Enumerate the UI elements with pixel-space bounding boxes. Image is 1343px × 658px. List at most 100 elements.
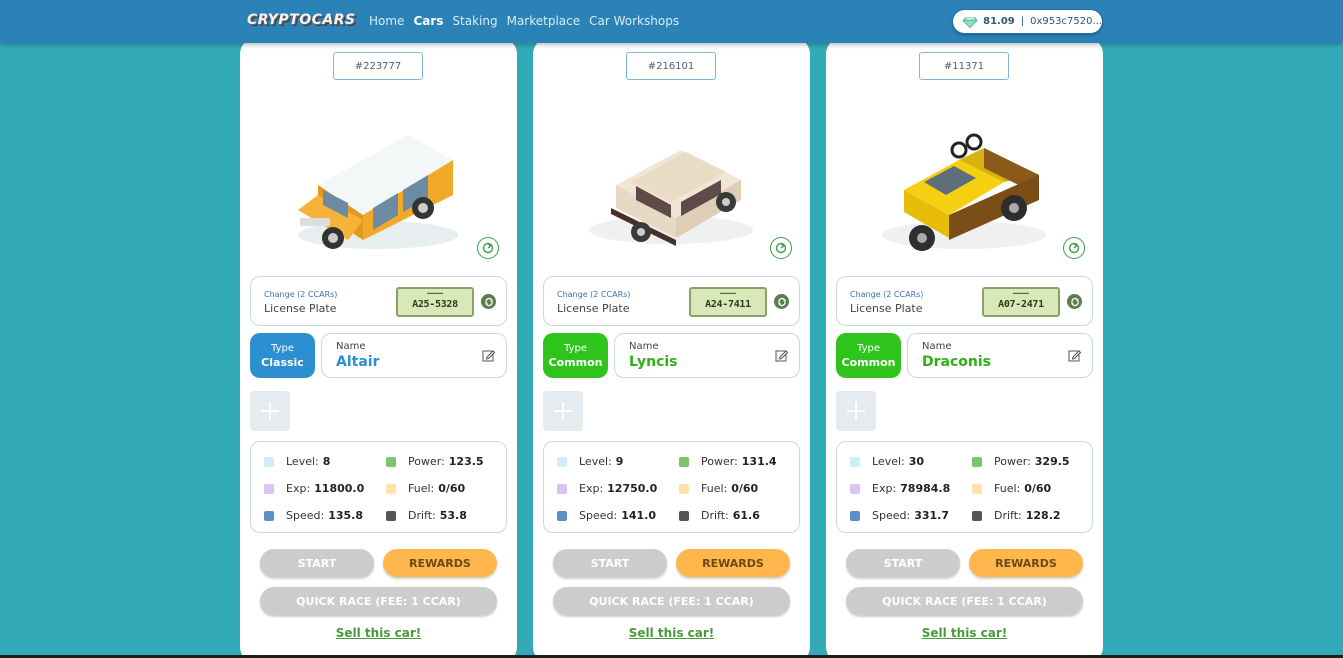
level-icon (264, 456, 274, 467)
edit-icon[interactable] (775, 349, 788, 362)
power-icon (972, 456, 982, 467)
car-name: Altair (336, 354, 380, 370)
car-card-1: #223777 Change (2 CCARs) License Plate ▬… (240, 38, 517, 658)
license-plate-number: A24-7411 (705, 298, 751, 310)
change-plate-link[interactable]: Change (2 CCARs) (850, 290, 923, 299)
name-label: Name (629, 341, 659, 352)
refresh-plate-icon[interactable] (481, 294, 496, 309)
recolor-icon[interactable] (770, 237, 792, 259)
plate-header-strip: ▬▬▬▬ (427, 290, 443, 295)
change-plate-link[interactable]: Change (2 CCARs) (557, 290, 630, 299)
add-upgrade-button[interactable] (250, 391, 290, 431)
stat-speed: Speed: 135.8 (264, 509, 363, 522)
car-card-3: #11371 Change (2 CCARs) License Plate ▬▬… (826, 38, 1103, 658)
stat-exp: Exp: 11800.0 (264, 482, 364, 495)
refresh-plate-icon[interactable] (1067, 294, 1082, 309)
car-name: Lyncis (629, 354, 678, 370)
drift-icon (679, 510, 689, 521)
type-value: Common (841, 355, 896, 369)
car-name-panel: Name Draconis (907, 333, 1093, 378)
diamond-icon (963, 16, 978, 28)
refresh-plate-icon[interactable] (774, 294, 789, 309)
drift-icon (386, 510, 396, 521)
nav-staking[interactable]: Staking (452, 14, 497, 28)
license-plate: ▬▬▬▬ A24-7411 (689, 287, 767, 317)
nav-cars[interactable]: Cars (413, 14, 443, 28)
plus-icon (261, 402, 279, 420)
recolor-icon[interactable] (1063, 237, 1085, 259)
fuel-icon (386, 483, 396, 494)
car-type-badge: Type Classic (250, 333, 315, 378)
speed-icon (557, 510, 567, 521)
nav-car-workshops[interactable]: Car Workshops (589, 14, 679, 28)
sell-car-link[interactable]: Sell this car! (826, 626, 1103, 640)
fuel-icon (679, 483, 689, 494)
stat-exp: Exp: 12750.0 (557, 482, 657, 495)
rewards-button[interactable]: REWARDS (969, 549, 1083, 577)
edit-icon[interactable] (482, 349, 495, 362)
car-type-badge: Type Common (543, 333, 608, 378)
main-nav: Home Cars Staking Marketplace Car Worksh… (369, 14, 679, 28)
plus-icon (847, 402, 865, 420)
exp-icon (264, 483, 274, 494)
car-card-2: #216101 Change (2 CCARs) License Plate ▬… (533, 38, 810, 658)
plate-header-strip: ▬▬▬▬ (720, 290, 736, 295)
name-label: Name (922, 341, 952, 352)
quick-race-button[interactable]: QUICK RACE (FEE: 1 CCAR) (553, 587, 790, 615)
start-button[interactable]: START (553, 549, 667, 577)
license-plate-panel: Change (2 CCARs) License Plate ▬▬▬▬ A24-… (543, 276, 800, 326)
start-button[interactable]: START (846, 549, 960, 577)
add-upgrade-button[interactable] (543, 391, 583, 431)
stat-drift: Drift: 53.8 (386, 509, 467, 522)
change-plate-link[interactable]: Change (2 CCARs) (264, 290, 337, 299)
type-value: Common (548, 355, 603, 369)
token-id-badge: #223777 (333, 52, 423, 80)
wallet-separator: | (1020, 16, 1025, 27)
start-button[interactable]: START (260, 549, 374, 577)
edit-icon[interactable] (1068, 349, 1081, 362)
stat-exp: Exp: 78984.8 (850, 482, 950, 495)
wallet-button[interactable]: 81.09 | 0x953c7520... (953, 10, 1102, 33)
exp-icon (850, 483, 860, 494)
sell-car-link[interactable]: Sell this car! (240, 626, 517, 640)
stat-drift: Drift: 61.6 (679, 509, 760, 522)
car-type-badge: Type Common (836, 333, 901, 378)
fuel-icon (972, 483, 982, 494)
car-name: Draconis (922, 354, 991, 370)
app-logo[interactable]: CRYPTOCARS (247, 12, 356, 28)
sell-car-link[interactable]: Sell this car! (533, 626, 810, 640)
stats-panel: Level: 8 Power: 123.5 Exp: 11800.0 Fuel: 0/6… (250, 441, 507, 533)
level-icon (850, 456, 860, 467)
rewards-button[interactable]: REWARDS (676, 549, 790, 577)
rewards-button[interactable]: REWARDS (383, 549, 497, 577)
name-label: Name (336, 341, 366, 352)
speed-icon (850, 510, 860, 521)
nav-marketplace[interactable]: Marketplace (507, 14, 581, 28)
stat-speed: Speed: 331.7 (850, 509, 949, 522)
nav-home[interactable]: Home (369, 14, 404, 28)
power-icon (679, 456, 689, 467)
license-plate-panel: Change (2 CCARs) License Plate ▬▬▬▬ A07-… (836, 276, 1093, 326)
type-value: Classic (261, 355, 304, 369)
license-plate-label: License Plate (264, 302, 337, 315)
add-upgrade-button[interactable] (836, 391, 876, 431)
token-id-badge: #216101 (626, 52, 716, 80)
license-plate-number: A07-2471 (998, 298, 1044, 310)
stat-power: Power: 329.5 (972, 455, 1070, 468)
speed-icon (264, 510, 274, 521)
quick-race-button[interactable]: QUICK RACE (FEE: 1 CCAR) (260, 587, 497, 615)
stat-power: Power: 123.5 (386, 455, 484, 468)
power-icon (386, 456, 396, 467)
token-id-badge: #11371 (919, 52, 1009, 80)
license-plate-number: A25-5328 (412, 298, 458, 310)
license-plate: ▬▬▬▬ A07-2471 (982, 287, 1060, 317)
stat-fuel: Fuel: 0/60 (679, 482, 758, 495)
plus-icon (554, 402, 572, 420)
wallet-address: 0x953c7520... (1030, 16, 1102, 27)
recolor-icon[interactable] (477, 237, 499, 259)
van-icon (278, 90, 478, 260)
type-label: Type (857, 342, 880, 354)
car-name-panel: Name Lyncis (614, 333, 800, 378)
top-navbar: CRYPTOCARS Home Cars Staking Marketplace… (0, 0, 1343, 43)
quick-race-button[interactable]: QUICK RACE (FEE: 1 CCAR) (846, 587, 1083, 615)
